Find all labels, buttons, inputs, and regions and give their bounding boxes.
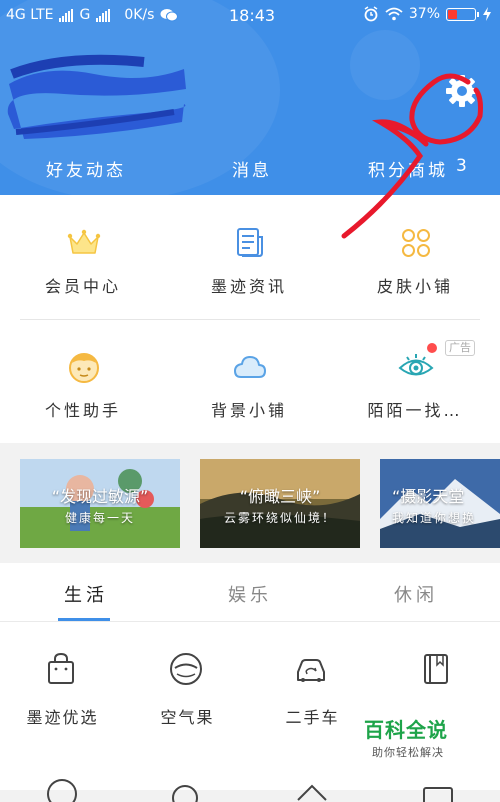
wifi-icon [385,7,403,21]
banner-photography[interactable]: “摄影天堂 我知道你想换 [380,459,500,548]
tab-leisure[interactable]: 休闲 [394,581,438,607]
profile-header: 4G LTE G 0K/s 18:43 37% 好友动态 消息 积分商城 3 [0,0,500,195]
banner-subtitle: 健康每一天 [64,511,135,525]
eye-icon [398,354,434,376]
grid-item-news[interactable]: 墨迹资讯 [166,195,332,319]
ad-badge: 广告 [445,340,475,356]
car-icon [297,659,325,682]
assistant-icon [69,353,99,383]
banner-carousel: “发现过敏源” 健康每一天 “俯瞰三峡” 云雾环绕似仙境！ “摄影天堂 我知道你… [0,455,500,550]
grid-item-momo-ad[interactable]: 陌陌一找… [332,319,498,443]
app-air-fruit[interactable]: 空气果 [125,652,250,752]
grid-item-label: 会员中心 [44,277,121,296]
watermark-logo: 百科全说 助你轻松解决 [350,708,468,768]
tab-entertainment[interactable]: 娱乐 [228,581,272,607]
tab-messages[interactable]: 消息 [232,156,272,181]
network-speed: 0K/s [124,7,155,23]
charging-icon [483,7,491,21]
signal-icon [96,8,111,22]
grid-item-assistant[interactable]: 个性助手 [0,319,166,443]
grid-item-label: 皮肤小铺 [376,277,453,296]
tab-friend-feed[interactable]: 好友动态 [46,156,126,181]
header-decoration [350,30,420,100]
banner-allergy[interactable]: “发现过敏源” 健康每一天 [20,459,180,548]
tab-points-mall[interactable]: 积分商城 [368,156,448,181]
signal-icon [59,8,74,22]
status-bar: 4G LTE G 0K/s 18:43 37% [0,0,500,32]
app-moji-select[interactable]: 墨迹优选 [0,652,125,752]
app-row2-icon [172,785,198,802]
network-label: 4G LTE [6,7,54,23]
tab-life[interactable]: 生活 [64,581,108,607]
grid-item-label: 陌陌一找… [367,401,463,420]
battery-icon [446,7,479,21]
settings-gear-icon[interactable] [444,73,480,109]
app-row2-icon [423,787,453,802]
battery-percent: 37% [408,6,440,22]
watermark-title: 百科全说 [364,718,448,742]
banner-three-gorges[interactable]: “俯瞰三峡” 云雾环绕似仙境！ [200,459,360,548]
book-icon [424,654,448,684]
wechat-icon [160,9,179,22]
redacted-username [7,54,186,139]
news-icon [237,228,263,257]
app-label: 墨迹优选 [26,708,99,727]
feature-grid: 会员中心 墨迹资讯 皮肤小铺 个性助手 背景小铺 陌陌一找… 广告 [0,195,500,443]
app-row2-icon [297,784,327,801]
cloud-icon [234,356,266,378]
network2-label: G [79,7,91,23]
shopping-bag-icon [48,652,74,684]
header-tabs: 好友动态 消息 积分商城 3 [0,150,500,184]
points-count: 3 [456,156,470,176]
app-label: 空气果 [160,708,215,727]
clock: 18:43 [229,6,276,25]
air-fruit-icon [170,653,202,685]
alarm-icon [364,6,378,22]
banner-title: “摄影天堂 [392,487,465,506]
banner-subtitle: 我知道你想换 [392,511,477,525]
grid-item-skin-shop[interactable]: 皮肤小铺 [332,195,498,319]
grid-item-label: 个性助手 [44,401,121,420]
banner-subtitle: 云雾环绕似仙境！ [223,511,336,525]
grid-item-vip-center[interactable]: 会员中心 [0,195,166,319]
category-tabs: 生活 娱乐 休闲 [0,563,500,622]
clover-icon [402,229,430,257]
banner-title: “发现过敏源” [51,487,149,506]
grid-item-label: 背景小铺 [210,401,287,420]
crown-icon [67,229,101,254]
watermark-subtitle: 助你轻松解决 [372,746,444,759]
active-tab-indicator [58,618,110,621]
banner-title: “俯瞰三峡” [239,487,321,506]
notification-dot [427,343,437,353]
app-row2-icon [47,779,77,802]
grid-item-label: 墨迹资讯 [210,277,287,296]
grid-item-background-shop[interactable]: 背景小铺 [166,319,332,443]
